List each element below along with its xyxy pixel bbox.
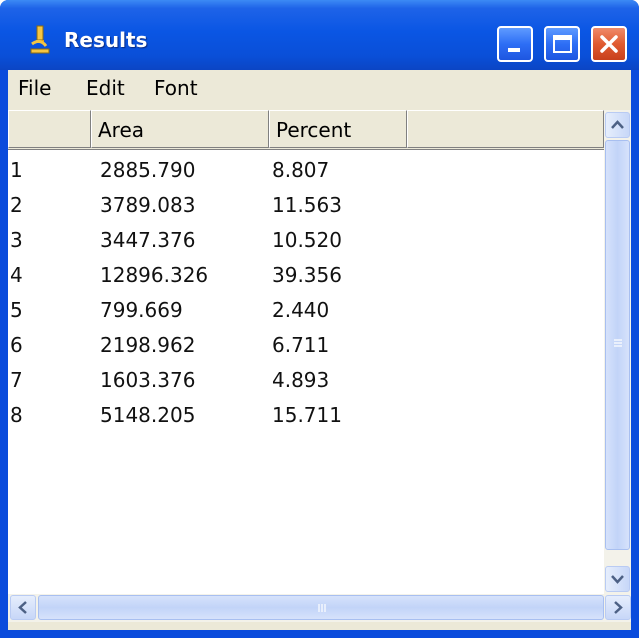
menu-font[interactable]: Font: [154, 76, 198, 100]
horizontal-scrollbar[interactable]: [8, 594, 631, 622]
menu-file[interactable]: File: [18, 76, 51, 100]
scroll-left-icon: [18, 601, 27, 614]
grip-icon: [318, 604, 326, 612]
percent-value: 2.440: [272, 298, 330, 322]
scroll-right-button[interactable]: [605, 595, 631, 620]
scroll-up-icon: [611, 120, 624, 129]
scroll-right-icon: [614, 601, 623, 614]
menu-edit[interactable]: Edit: [86, 76, 125, 100]
table-row[interactable]: 4 12896.326 39.356: [8, 258, 604, 293]
scroll-up-button[interactable]: [605, 112, 630, 138]
row-index: 4: [10, 263, 23, 287]
table-row[interactable]: 2 3789.083 11.563: [8, 188, 604, 223]
row-index: 2: [10, 193, 23, 217]
area-value: 2198.962: [100, 333, 196, 357]
vertical-scroll-thumb[interactable]: [605, 140, 630, 550]
horizontal-scroll-thumb[interactable]: [38, 595, 604, 620]
table-row[interactable]: 5 799.669 2.440: [8, 293, 604, 328]
area-value: 12896.326: [100, 263, 209, 287]
scroll-down-button[interactable]: [605, 566, 630, 592]
results-table: Area Percent 1 2885.790 8.807 2 3789.083…: [8, 110, 604, 594]
column-header-empty[interactable]: [407, 110, 604, 148]
close-button[interactable]: [591, 26, 627, 62]
scroll-left-button[interactable]: [10, 595, 36, 620]
row-index: 3: [10, 228, 23, 252]
row-index: 7: [10, 368, 23, 392]
percent-value: 10.520: [272, 228, 342, 252]
area-value: 5148.205: [100, 403, 196, 427]
microscope-icon: [30, 25, 50, 54]
close-icon: [600, 35, 618, 53]
minimize-button[interactable]: [497, 26, 533, 62]
area-value: 1603.376: [100, 368, 196, 392]
column-header-percent[interactable]: Percent: [269, 110, 407, 148]
percent-value: 6.711: [272, 333, 330, 357]
minimize-icon: [508, 48, 520, 52]
title-bar[interactable]: Results: [0, 0, 639, 70]
area-value: 2885.790: [100, 158, 196, 182]
column-header-index[interactable]: [8, 110, 91, 148]
row-index: 8: [10, 403, 23, 427]
percent-value: 11.563: [272, 193, 342, 217]
percent-value: 39.356: [272, 263, 342, 287]
menu-bar: File Edit Font: [8, 70, 631, 111]
table-row[interactable]: 1 2885.790 8.807: [8, 153, 604, 188]
maximize-icon: [553, 35, 572, 53]
percent-value: 15.711: [272, 403, 342, 427]
results-window: Results File Edit Font Area Percent 1 28…: [0, 0, 639, 638]
area-value: 799.669: [100, 298, 183, 322]
window-title: Results: [64, 28, 148, 52]
table-row[interactable]: 8 5148.205 15.711: [8, 398, 604, 433]
percent-value: 4.893: [272, 368, 330, 392]
maximize-button[interactable]: [544, 26, 580, 62]
window-client-area: File Edit Font Area Percent 1 2885.790 8…: [8, 70, 631, 630]
scroll-down-icon: [611, 575, 624, 584]
percent-value: 8.807: [272, 158, 330, 182]
table-header: Area Percent: [8, 110, 604, 150]
row-index: 5: [10, 298, 23, 322]
vertical-scrollbar[interactable]: [604, 110, 631, 594]
table-row[interactable]: 7 1603.376 4.893: [8, 363, 604, 398]
grip-icon: [614, 339, 622, 347]
row-index: 1: [10, 158, 23, 182]
column-header-area[interactable]: Area: [91, 110, 269, 148]
area-value: 3789.083: [100, 193, 196, 217]
area-value: 3447.376: [100, 228, 196, 252]
table-row[interactable]: 6 2198.962 6.711: [8, 328, 604, 363]
row-index: 6: [10, 333, 23, 357]
table-row[interactable]: 3 3447.376 10.520: [8, 223, 604, 258]
